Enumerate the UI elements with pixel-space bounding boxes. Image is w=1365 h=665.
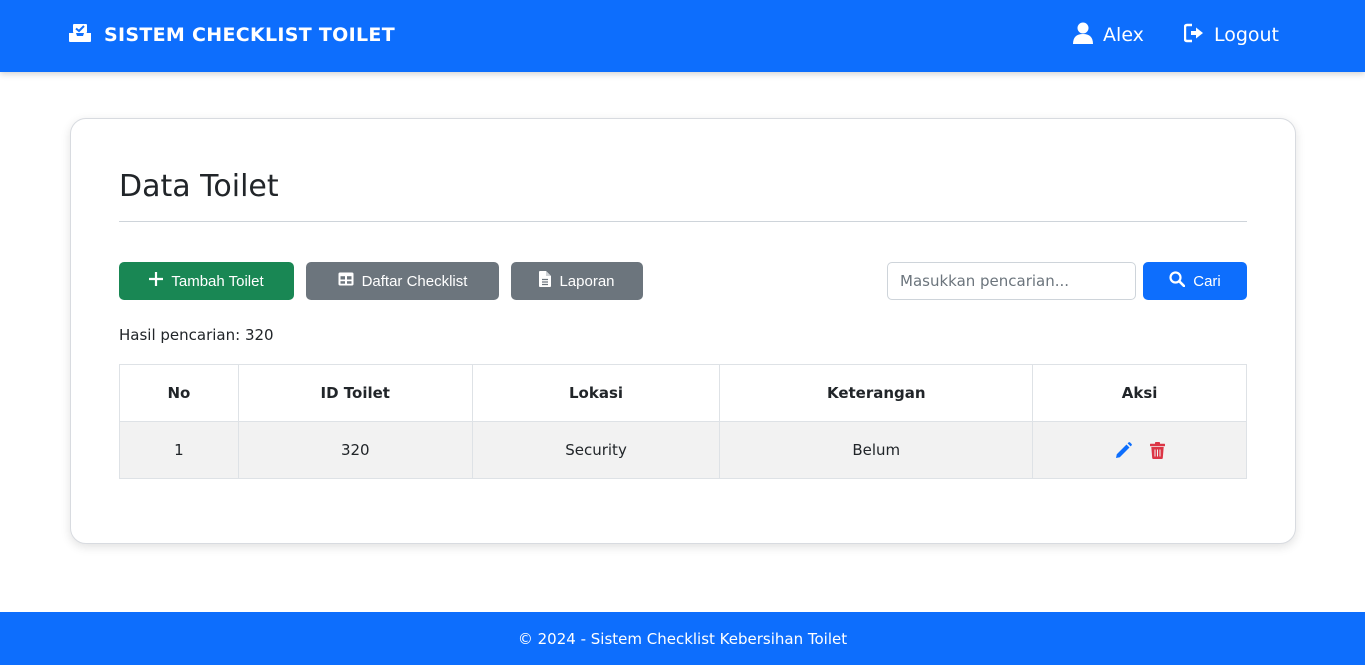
footer-text: © 2024 - Sistem Checklist Kebersihan Toi… [517,629,848,648]
report-label: Laporan [559,272,615,290]
footer: © 2024 - Sistem Checklist Kebersihan Toi… [0,612,1365,665]
cell-keterangan: Belum [719,421,1034,479]
toilet-table: No ID Toilet Lokasi Keterangan Aksi 1 32… [119,364,1247,479]
trash-icon[interactable] [1149,441,1165,459]
cell-no: 1 [119,421,239,479]
cell-id-toilet: 320 [237,421,473,479]
search-button[interactable]: Cari [1143,262,1247,300]
file-icon [539,271,552,291]
search-input[interactable] [887,262,1136,300]
row-actions [1033,441,1246,459]
table-icon [338,272,354,290]
user-name: Alex [1103,24,1144,46]
brand-title: SISTEM CHECKLIST TOILET [104,24,395,46]
user-icon [1073,22,1094,49]
column-header-keterangan: Keterangan [719,364,1034,422]
search-label: Cari [1193,272,1221,290]
checklist-list-button[interactable]: Daftar Checklist [306,262,499,300]
top-navbar: SISTEM CHECKLIST TOILET Alex Logout [0,0,1365,72]
data-card: Data Toilet Tambah Toilet Daftar Checkli… [70,118,1296,544]
search-icon [1169,271,1186,291]
add-toilet-label: Tambah Toilet [171,272,264,290]
page-title: Data Toilet [119,169,279,204]
title-divider [119,221,1247,222]
report-button[interactable]: Laporan [511,262,643,300]
cell-aksi [1032,421,1247,479]
logout-icon [1183,23,1204,48]
column-header-id-toilet: ID Toilet [237,364,473,422]
add-toilet-button[interactable]: Tambah Toilet [119,262,294,300]
column-header-no: No [119,364,239,422]
table-row: 1 320 Security Belum [119,421,1247,479]
brand[interactable]: SISTEM CHECKLIST TOILET [68,22,395,48]
logout-link[interactable]: Logout [1183,23,1279,48]
table-header-row: No ID Toilet Lokasi Keterangan Aksi [119,364,1247,422]
column-header-lokasi: Lokasi [471,364,721,422]
search-result-count: Hasil pencarian: 320 [119,326,274,344]
cell-lokasi: Security [471,421,721,479]
column-header-aksi: Aksi [1032,364,1247,422]
logout-label: Logout [1213,24,1279,46]
user-menu[interactable]: Alex [1073,22,1144,49]
inbox-check-icon [68,23,92,47]
nav-right: Alex Logout [1073,20,1279,50]
plus-icon [149,272,164,290]
edit-icon[interactable] [1115,441,1132,459]
checklist-list-label: Daftar Checklist [361,272,468,290]
